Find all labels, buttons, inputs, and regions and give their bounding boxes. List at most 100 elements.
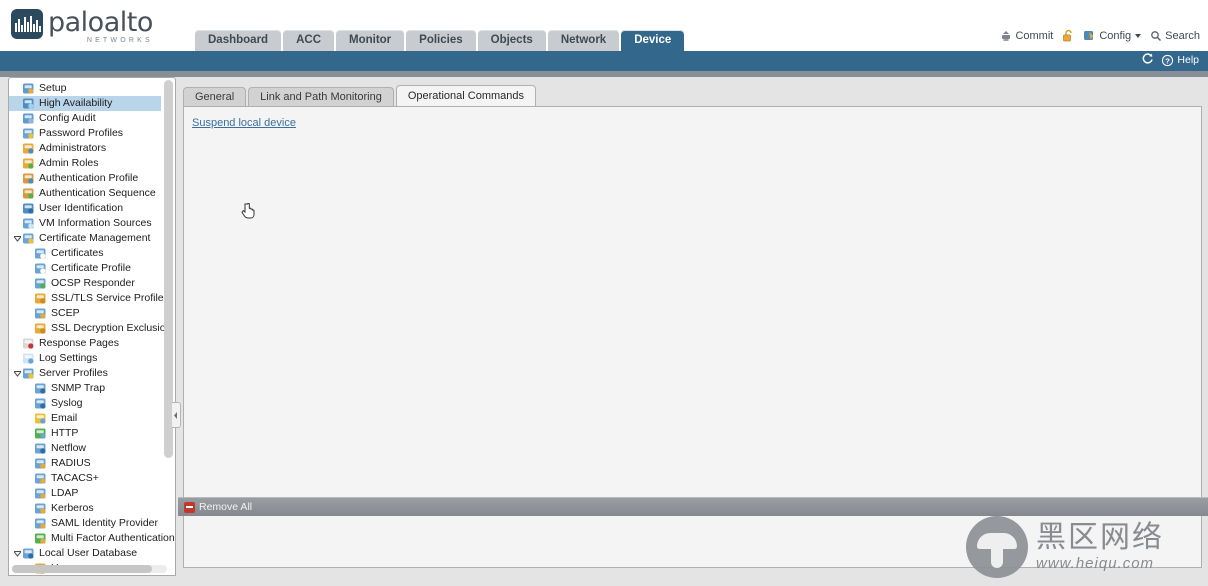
sidebar-horizontal-scrollbar[interactable] bbox=[12, 565, 167, 573]
suspend-local-device-link[interactable]: Suspend local device bbox=[192, 117, 296, 129]
app-root: paloalto NETWORKS Dashboard ACC Monitor Pol… bbox=[0, 0, 1208, 586]
main-tab-monitor[interactable]: Monitor bbox=[336, 30, 405, 51]
ha-icon bbox=[22, 97, 35, 110]
sidebar-item-ocsp-responder[interactable]: OCSP Responder bbox=[9, 276, 161, 291]
sidebar-item-tacacs-[interactable]: TACACS+ bbox=[9, 471, 161, 486]
sidebar-item-ssl-decryption-exclusion[interactable]: SSL Decryption Exclusion bbox=[9, 321, 171, 336]
sub-tab-link-and-path-monitoring[interactable]: Link and Path Monitoring bbox=[248, 87, 394, 107]
sidebar-item-snmp-trap[interactable]: SNMP Trap bbox=[9, 381, 161, 396]
sub-tab-operational-commands[interactable]: Operational Commands bbox=[395, 85, 536, 107]
refresh-icon bbox=[1143, 53, 1154, 64]
sidebar-item-administrators[interactable]: Administrators bbox=[9, 141, 161, 156]
sidebar-item-label: Certificate Management bbox=[39, 232, 151, 244]
sidebar-item-server-profiles[interactable]: Server Profiles bbox=[9, 366, 161, 381]
sidebar-item-log-settings[interactable]: Log Settings bbox=[9, 351, 161, 366]
sidebar-item-certificate-profile[interactable]: Certificate Profile bbox=[9, 261, 161, 276]
brand-tagline: NETWORKS bbox=[86, 37, 153, 44]
sidebar-item-ldap[interactable]: LDAP bbox=[9, 486, 161, 501]
svg-text:?: ? bbox=[1166, 56, 1171, 65]
sidebar-item-label: VM Information Sources bbox=[39, 217, 152, 229]
password-profiles-icon bbox=[22, 127, 35, 140]
ocsp-responder-icon bbox=[34, 277, 47, 290]
sidebar-item-config-audit[interactable]: Config Audit bbox=[9, 111, 161, 126]
sidebar-item-label: Certificates bbox=[51, 247, 104, 259]
main-tab-bar: Dashboard ACC Monitor Policies Objects Networ… bbox=[195, 26, 686, 51]
sidebar-item-password-profiles[interactable]: Password Profiles bbox=[9, 126, 161, 141]
sidebar-item-scep[interactable]: SCEP bbox=[9, 306, 161, 321]
sidebar-item-label: Response Pages bbox=[39, 337, 119, 349]
main-tab-network[interactable]: Network bbox=[547, 30, 620, 51]
admin-roles-icon bbox=[22, 157, 35, 170]
certificate-profile-icon bbox=[34, 262, 47, 275]
sidebar-item-label: HTTP bbox=[51, 427, 79, 439]
main-tab-device[interactable]: Device bbox=[621, 30, 685, 51]
unlock-button[interactable] bbox=[1062, 29, 1074, 42]
sidebar-item-label: Log Settings bbox=[39, 352, 98, 364]
main-tab-acc[interactable]: ACC bbox=[283, 30, 334, 51]
config-menu-button[interactable]: Config bbox=[1083, 29, 1142, 42]
sidebar-item-setup[interactable]: Setup bbox=[9, 81, 161, 96]
sub-tab-general[interactable]: General bbox=[183, 87, 247, 107]
sidebar-item-label: User Identification bbox=[39, 202, 124, 214]
sidebar-item-label: Authentication Profile bbox=[39, 172, 139, 184]
sidebar-item-email[interactable]: Email bbox=[9, 411, 161, 426]
main-tab-dashboard[interactable]: Dashboard bbox=[195, 30, 282, 51]
sidebar-item-authentication-profile[interactable]: Authentication Profile bbox=[9, 171, 161, 186]
multi-factor-auth-icon bbox=[34, 532, 47, 545]
sidebar-item-label: Kerberos bbox=[51, 502, 94, 514]
tree-expander-icon[interactable] bbox=[13, 366, 22, 381]
main-tab-policies[interactable]: Policies bbox=[406, 30, 476, 51]
certificates-icon bbox=[34, 247, 47, 260]
device-sidebar: Setup High Availability Config Audit Passwo… bbox=[8, 77, 176, 576]
brand-name: paloalto bbox=[48, 7, 153, 38]
chevron-down-icon bbox=[1135, 33, 1142, 38]
header-actions: Commit Config Search bbox=[1000, 29, 1200, 42]
search-icon bbox=[1151, 30, 1162, 41]
sidebar-item-label: Config Audit bbox=[39, 112, 96, 124]
commit-button[interactable]: Commit bbox=[1000, 30, 1053, 42]
sidebar-item-ssl-tls-service-profile[interactable]: SSL/TLS Service Profile bbox=[9, 291, 164, 306]
search-label: Search bbox=[1165, 29, 1200, 42]
tree-expander-icon[interactable] bbox=[13, 546, 22, 561]
sidebar-tree: Setup High Availability Config Audit Passwo… bbox=[9, 81, 175, 575]
sidebar-item-syslog[interactable]: Syslog bbox=[9, 396, 161, 411]
sidebar-item-admin-roles[interactable]: Admin Roles bbox=[9, 156, 161, 171]
sidebar-item-label: Authentication Sequence bbox=[39, 187, 156, 199]
sidebar-item-local-user-database[interactable]: Local User Database bbox=[9, 546, 161, 561]
sidebar-item-label: Setup bbox=[39, 82, 67, 94]
sidebar-item-label: SSL/TLS Service Profile bbox=[51, 292, 164, 304]
commit-icon bbox=[1002, 30, 1011, 41]
search-button[interactable]: Search bbox=[1150, 30, 1200, 42]
remove-all-button[interactable]: Remove All bbox=[184, 501, 252, 513]
sidebar-item-radius[interactable]: RADIUS bbox=[9, 456, 161, 471]
auth-sequence-icon bbox=[22, 187, 35, 200]
sidebar-item-saml-identity-provider[interactable]: SAML Identity Provider bbox=[9, 516, 161, 531]
sidebar-item-label: Administrators bbox=[39, 142, 107, 154]
sidebar-item-netflow[interactable]: Netflow bbox=[9, 441, 161, 456]
sidebar-item-label: OCSP Responder bbox=[51, 277, 135, 289]
sidebar-vertical-scrollbar[interactable] bbox=[164, 80, 173, 560]
sidebar-item-label: Netflow bbox=[51, 442, 87, 454]
sidebar-item-high-availability[interactable]: High Availability bbox=[9, 96, 161, 111]
config-audit-icon bbox=[22, 112, 35, 125]
server-profiles-icon bbox=[22, 367, 35, 380]
sidebar-item-user-identification[interactable]: User Identification bbox=[9, 201, 161, 216]
content-sub-tab-bar: General Link and Path Monitoring Operation… bbox=[183, 85, 538, 107]
main-tab-objects[interactable]: Objects bbox=[477, 30, 546, 51]
sidebar-item-http[interactable]: HTTP bbox=[9, 426, 161, 441]
sidebar-item-label: Password Profiles bbox=[39, 127, 124, 139]
help-button[interactable]: ? Help bbox=[1161, 54, 1199, 67]
sidebar-item-kerberos[interactable]: Kerberos bbox=[9, 501, 161, 516]
sidebar-item-vm-information-sources[interactable]: VM Information Sources bbox=[9, 216, 161, 231]
refresh-button[interactable] bbox=[1141, 52, 1154, 68]
tree-expander-icon[interactable] bbox=[13, 231, 22, 246]
sidebar-item-certificate-management[interactable]: Certificate Management bbox=[9, 231, 161, 246]
help-label: Help bbox=[1177, 54, 1199, 66]
log-settings-icon bbox=[22, 352, 35, 365]
sidebar-item-certificates[interactable]: Certificates bbox=[9, 246, 161, 261]
auth-profile-icon bbox=[22, 172, 35, 185]
sidebar-horizontal-scroll-thumb[interactable] bbox=[12, 565, 152, 573]
sidebar-item-multi-factor-authentication[interactable]: Multi Factor Authentication bbox=[9, 531, 175, 546]
sidebar-item-response-pages[interactable]: Response Pages bbox=[9, 336, 161, 351]
sidebar-item-authentication-sequence[interactable]: Authentication Sequence bbox=[9, 186, 161, 201]
